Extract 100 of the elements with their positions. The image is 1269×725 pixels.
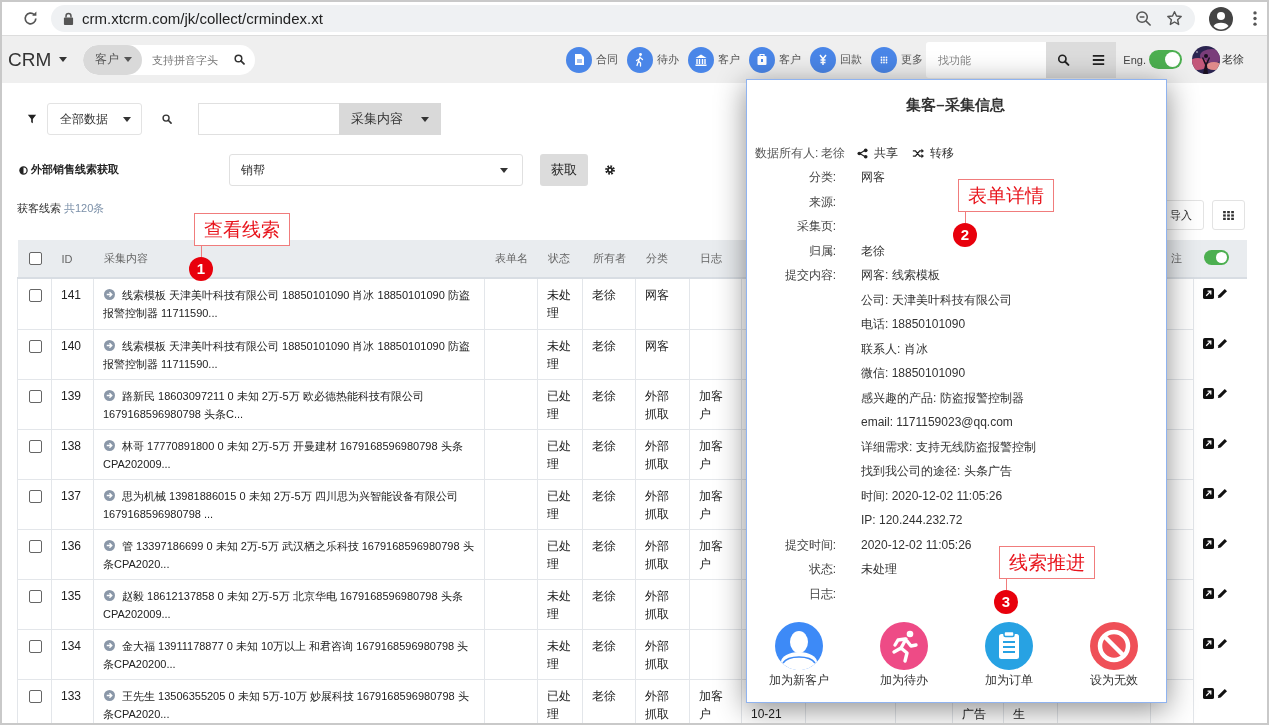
checkbox[interactable] <box>29 489 42 503</box>
field-label: 分类: <box>807 169 836 186</box>
table-cell: 网客 <box>645 338 669 353</box>
arrow-square-icon[interactable] <box>1203 638 1214 649</box>
column-header: ID <box>61 252 73 265</box>
table-cell: 未处理 <box>547 638 571 671</box>
toggle-switch[interactable] <box>1203 250 1229 265</box>
document-icon <box>566 46 593 73</box>
scope-dropdown[interactable]: 全部数据 <box>47 103 142 135</box>
arrow-square-icon[interactable] <box>1203 338 1214 349</box>
address-bar[interactable]: crm.xtcrm.com/jk/collect/crmindex.xt <box>51 5 1195 32</box>
pencil-icon[interactable] <box>1217 388 1228 399</box>
scope-dropdown[interactable]: 客户 <box>83 44 143 75</box>
arrow-square-icon[interactable] <box>1203 538 1214 549</box>
search-icon[interactable] <box>234 54 246 65</box>
table-cell: 老徐 <box>592 388 616 403</box>
table-cell: 139 <box>61 388 82 403</box>
checkbox[interactable] <box>29 389 42 403</box>
leader-line <box>201 246 202 257</box>
nav-link[interactable]: 待办 <box>627 46 683 73</box>
callout-label: 表单详情 <box>958 179 1054 212</box>
table-cell: 外部抓取 <box>645 688 669 721</box>
column-header: 状态 <box>547 252 570 264</box>
action-button[interactable]: 加为订单 <box>984 622 1033 688</box>
field-label: 归属: <box>807 242 836 260</box>
arrow-square-icon[interactable] <box>1203 488 1214 499</box>
pencil-icon[interactable] <box>1217 538 1228 549</box>
url-text: crm.xtcrm.com/jk/collect/crmindex.xt <box>82 10 323 27</box>
action-button[interactable]: 加为新客户 <box>769 622 830 688</box>
menu-button[interactable] <box>1081 41 1117 78</box>
table-cell: 老徐 <box>592 638 616 653</box>
checkbox[interactable] <box>29 439 42 453</box>
pencil-icon[interactable] <box>1217 638 1228 649</box>
pencil-icon[interactable] <box>1217 338 1228 349</box>
table-cell: 生 <box>1013 706 1025 721</box>
table-cell: 老徐 <box>592 688 616 703</box>
source-select[interactable]: 销帮 <box>229 154 523 186</box>
arrow-square-icon[interactable] <box>1203 388 1214 399</box>
arrow-square-icon[interactable] <box>1203 588 1214 599</box>
field-value: 联系人: 肖冰 <box>861 340 928 358</box>
bank-icon <box>688 46 715 73</box>
nav-link[interactable]: 客户 <box>749 46 805 73</box>
language-label: Eng. <box>1123 53 1146 66</box>
settings-icon[interactable] <box>604 164 616 176</box>
columns-button[interactable] <box>1212 200 1245 230</box>
table-cell: 136 <box>61 538 82 553</box>
nav-link[interactable]: 合同 <box>566 46 622 73</box>
list-title: 获客线索 <box>17 201 61 216</box>
more-menu-icon[interactable] <box>1253 11 1257 26</box>
field-dropdown[interactable]: 采集内容 <box>339 103 441 135</box>
table-cell: 老徐 <box>592 488 616 503</box>
pencil-icon[interactable] <box>1217 438 1228 449</box>
checkbox[interactable] <box>29 639 42 653</box>
search-button[interactable] <box>1046 41 1082 78</box>
nav-link[interactable]: 更多 <box>871 46 927 73</box>
arrow-square-icon[interactable] <box>1203 688 1214 699</box>
checkbox[interactable] <box>29 689 42 703</box>
lock-icon <box>63 12 74 25</box>
transfer-link[interactable]: 转移 <box>912 144 955 162</box>
global-search-field[interactable]: 客户 支持拼音字头 <box>83 44 256 75</box>
nav-link[interactable]: 回款 <box>810 46 866 73</box>
table-cell: 加客户 <box>699 688 723 721</box>
search-field[interactable] <box>198 103 339 135</box>
arrow-circle-icon <box>104 539 115 551</box>
nav-link[interactable]: 客户 <box>688 46 744 73</box>
caret-icon <box>421 116 429 122</box>
yen-icon <box>810 46 837 73</box>
brand-menu[interactable]: CRM <box>8 48 68 71</box>
pencil-icon[interactable] <box>1217 488 1228 499</box>
checkbox[interactable] <box>29 289 42 303</box>
field-label: 来源: <box>807 193 836 211</box>
table-cell: 广告 <box>962 706 986 721</box>
pencil-icon[interactable] <box>1217 288 1228 299</box>
shuffle-icon <box>912 147 925 159</box>
arrow-square-icon[interactable] <box>1203 288 1214 299</box>
star-icon[interactable] <box>1166 10 1183 27</box>
checkbox[interactable] <box>28 252 42 266</box>
arrow-square-icon[interactable] <box>1203 438 1214 449</box>
bag-icon <box>749 46 776 73</box>
toggle-switch[interactable] <box>1149 50 1182 69</box>
share-link[interactable]: 共享 <box>857 144 899 162</box>
action-button[interactable]: 设为无效 <box>1089 622 1138 688</box>
search-icon[interactable] <box>162 114 172 124</box>
checkbox[interactable] <box>29 589 42 603</box>
profile-icon[interactable] <box>1209 6 1233 31</box>
field-value: email: 1171159023@qq.com <box>861 414 1013 431</box>
user-name[interactable]: 老徐 <box>1222 52 1244 67</box>
checkbox[interactable] <box>29 339 42 353</box>
function-search-field[interactable]: 找功能 <box>926 41 1047 78</box>
reload-icon[interactable] <box>22 10 39 27</box>
zoom-out-icon[interactable] <box>1135 10 1152 27</box>
filter-icon[interactable] <box>27 114 37 124</box>
fetch-button[interactable]: 获取 <box>540 154 588 186</box>
pencil-icon[interactable] <box>1217 688 1228 699</box>
callout-label: 线索推进 <box>999 546 1095 579</box>
pencil-icon[interactable] <box>1217 588 1228 599</box>
table-cell: 未处理 <box>547 288 571 320</box>
table-cell: 加客户 <box>699 538 723 571</box>
action-button[interactable]: 加为待办 <box>880 622 929 688</box>
checkbox[interactable] <box>29 539 42 553</box>
